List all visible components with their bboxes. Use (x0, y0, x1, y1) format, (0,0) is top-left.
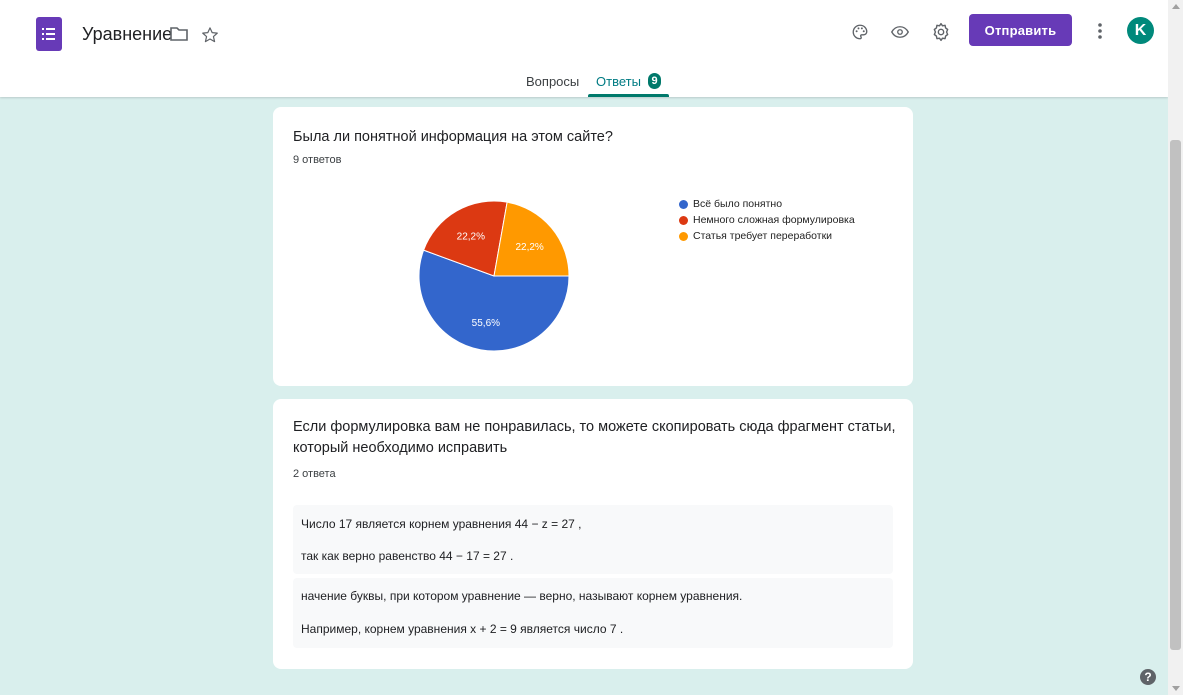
question-title: Была ли понятной информация на этом сайт… (293, 129, 613, 145)
answer-line: Например, корнем уравнения x + 2 = 9 явл… (301, 622, 624, 636)
response-count: 2 ответа (293, 468, 336, 480)
responses-count-badge: 9 (648, 73, 661, 89)
send-button[interactable]: Отправить (969, 14, 1072, 46)
question-title-line-1: Если формулировка вам не понравилась, то… (293, 419, 896, 435)
scroll-down-arrow-icon[interactable] (1172, 686, 1180, 691)
question-summary-card: Была ли понятной информация на этом сайт… (273, 107, 913, 386)
text-answer: Число 17 является корнем уравнения 44 − … (293, 505, 893, 574)
response-count: 9 ответов (293, 154, 342, 166)
chart-legend: Всё было понятно Немного сложная формули… (679, 196, 855, 244)
tab-answers[interactable]: Ответы (596, 74, 641, 89)
legend-item: Всё было понятно (679, 196, 855, 212)
answer-line: начение буквы, при котором уравнение — в… (301, 589, 743, 603)
scroll-thumb[interactable] (1170, 140, 1181, 650)
answer-line: так как верно равенство 44 − 17 = 27 . (301, 549, 514, 563)
settings-gear-icon[interactable] (930, 21, 952, 43)
legend-label: Статья требует переработки (693, 230, 833, 242)
more-vert-icon[interactable] (1092, 20, 1108, 42)
pie-chart: 55,6% 22,2% 22,2% (418, 200, 570, 352)
help-icon[interactable]: ? (1140, 669, 1156, 685)
legend-item: Статья требует переработки (679, 228, 855, 244)
document-title[interactable]: Уравнение (82, 24, 172, 45)
pie-slice-label: 22,2% (515, 242, 543, 253)
page-scrollbar[interactable] (1168, 0, 1183, 695)
text-answer: начение буквы, при котором уравнение — в… (293, 578, 893, 648)
legend-item: Немного сложная формулировка (679, 212, 855, 228)
tab-questions[interactable]: Вопросы (526, 74, 579, 89)
legend-swatch (679, 231, 688, 241)
legend-label: Всё было понятно (693, 198, 783, 210)
forms-icon[interactable] (36, 17, 62, 51)
preview-eye-icon[interactable] (890, 22, 910, 42)
pie-slice-label: 22,2% (457, 232, 485, 243)
pie-slice-label: 55,6% (472, 318, 500, 329)
legend-swatch (679, 215, 688, 225)
answer-line: Число 17 является корнем уравнения 44 − … (301, 517, 582, 531)
legend-swatch (679, 199, 688, 209)
text-answers-card: Если формулировка вам не понравилась, то… (273, 399, 913, 669)
star-icon[interactable] (200, 25, 220, 45)
active-tab-indicator (588, 94, 669, 97)
top-bar: Уравнение Отправить K Вопросы Ответы 9 (0, 0, 1168, 97)
folder-icon[interactable] (170, 26, 188, 42)
scroll-up-arrow-icon[interactable] (1172, 4, 1180, 9)
account-avatar[interactable]: K (1127, 17, 1154, 44)
question-title-line-2: который необходимо исправить (293, 440, 508, 456)
pie-slice[interactable] (493, 201, 570, 277)
palette-icon[interactable] (850, 22, 870, 42)
legend-label: Немного сложная формулировка (693, 214, 855, 226)
